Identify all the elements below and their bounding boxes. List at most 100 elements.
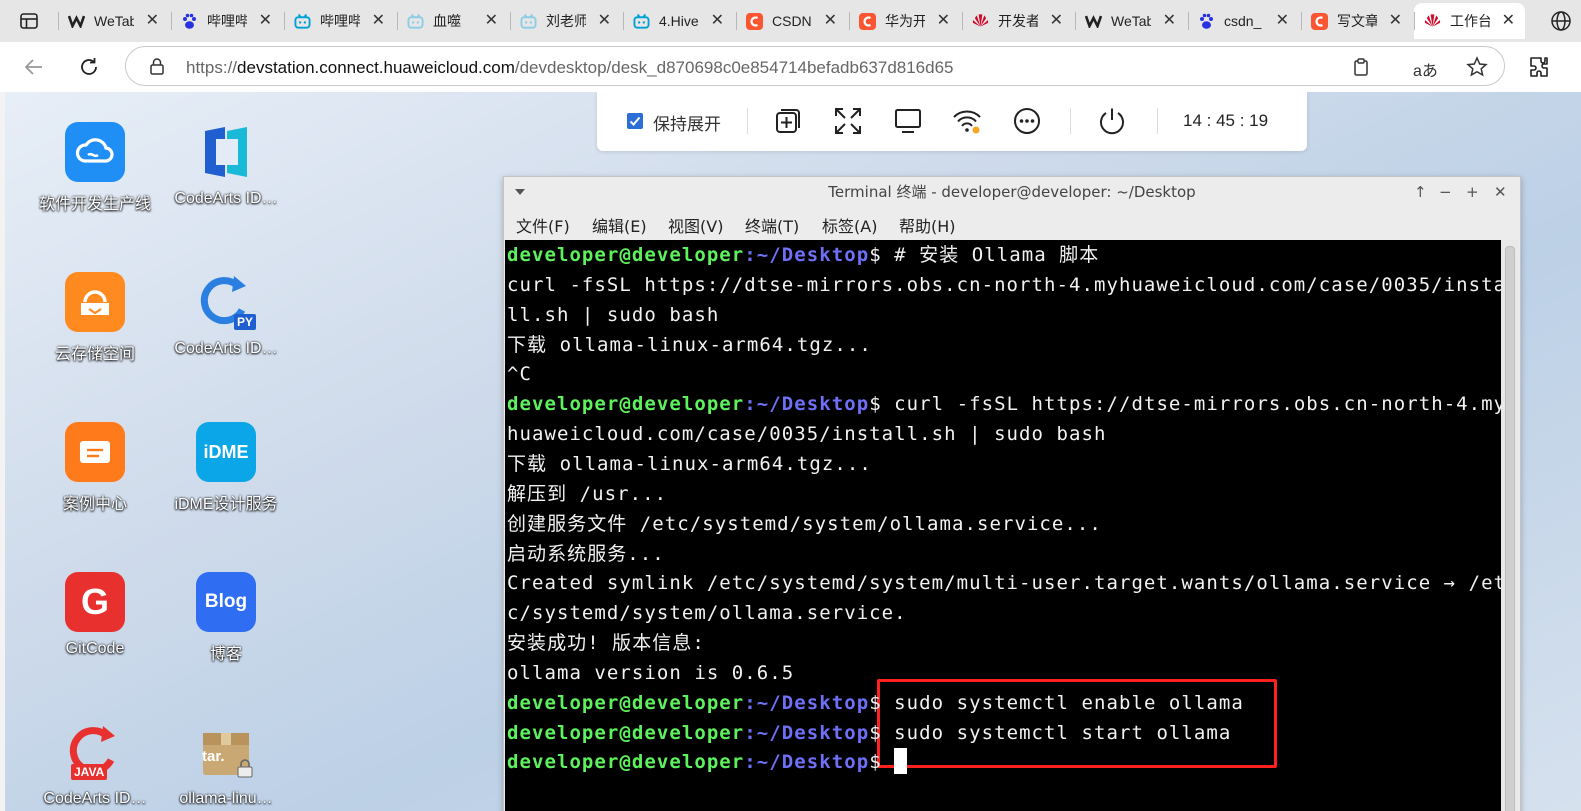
terminal-output-line: ^C: [507, 359, 532, 389]
close-icon[interactable]: ✕: [937, 12, 950, 30]
tar-badge: tar.: [202, 748, 225, 765]
prompt-sign: $: [869, 244, 882, 266]
terminal-scrollbar[interactable]: [1501, 240, 1519, 811]
desktop-icon-codearts-java[interactable]: JAVA CodeArts ID…: [35, 722, 155, 808]
refresh-button[interactable]: [77, 55, 101, 79]
browser-tab[interactable]: 4.Hive ✕: [623, 3, 734, 39]
close-icon[interactable]: ✕: [1389, 12, 1402, 30]
sidebar-tabs-icon: [20, 13, 38, 29]
star-icon[interactable]: [1466, 56, 1488, 78]
prompt-user: developer@developer: [507, 691, 745, 714]
close-icon[interactable]: ✕: [1050, 12, 1063, 30]
terminal-output-line: ll.sh | sudo bash: [507, 300, 719, 330]
display-icon[interactable]: [893, 106, 923, 136]
terminal-title-bar[interactable]: Terminal 终端 - developer@developer: ~/Des…: [504, 177, 1520, 207]
browser-tab[interactable]: 哔哩哔哩 ✕: [284, 3, 395, 39]
csdn-icon: [1311, 12, 1328, 30]
csdn-icon: [746, 12, 763, 30]
power-icon[interactable]: [1097, 106, 1127, 136]
prompt-user: developer@developer: [507, 751, 745, 774]
close-icon[interactable]: ✕: [1276, 12, 1289, 30]
prompt-path: :~/Desktop: [744, 393, 870, 416]
close-icon[interactable]: ✕: [146, 12, 159, 30]
browser-tab[interactable]: 开发者 ✕: [962, 3, 1073, 39]
browser-tab[interactable]: WeTab ✕: [1075, 3, 1186, 39]
keep-expanded-label[interactable]: 保持展开: [653, 110, 721, 135]
menu-tabs[interactable]: 标签(A): [822, 213, 877, 237]
desktop-icon-cloud-storage[interactable]: 云存储空间: [35, 272, 155, 364]
extensions-icon[interactable]: [1528, 55, 1552, 79]
menu-help[interactable]: 帮助(H): [899, 213, 956, 237]
menu-file[interactable]: 文件(F): [516, 213, 570, 237]
maximize-icon[interactable]: +: [1466, 183, 1479, 201]
globe-icon[interactable]: [1549, 9, 1573, 33]
close-icon[interactable]: ✕: [1502, 12, 1515, 30]
lock-icon[interactable]: [148, 57, 166, 75]
menu-view[interactable]: 视图(V): [668, 213, 723, 237]
browser-tab[interactable]: 工作台 ✕: [1414, 3, 1525, 39]
desktop-icon-devops[interactable]: 软件开发生产线: [35, 122, 155, 214]
close-icon[interactable]: ✕: [598, 12, 611, 30]
desktop-icon-blog[interactable]: Blog 博客: [166, 572, 286, 664]
browser-tab[interactable]: 华为开 ✕: [849, 3, 960, 39]
menu-terminal[interactable]: 终端(T): [745, 213, 799, 237]
read-aloud-icon[interactable]: aあ: [1413, 57, 1438, 81]
tab-actions-button[interactable]: [0, 0, 58, 42]
codearts-java-icon: JAVA: [65, 722, 125, 782]
tab-separator: [284, 12, 285, 30]
terminal-output[interactable]: developer@developer:~/Desktop$ # 安装 Olla…: [505, 240, 1501, 811]
close-icon[interactable]: ✕: [824, 12, 837, 30]
desktop-icon-idme[interactable]: iDME iDME设计服务: [166, 422, 286, 514]
terminal-output-line: 下载 ollama-linux-arm64.tgz...: [507, 449, 872, 479]
terminal-window[interactable]: Terminal 终端 - developer@developer: ~/Des…: [503, 176, 1521, 811]
desktop-icon-label: GitCode: [65, 640, 125, 657]
close-icon[interactable]: ✕: [1163, 12, 1176, 30]
py-badge: PY: [233, 314, 256, 330]
line-text: ollama version is 0.6.5: [507, 661, 795, 684]
tab-title: 工作台: [1450, 13, 1490, 29]
close-icon[interactable]: ✕: [711, 12, 724, 30]
url-prefix: https://: [186, 58, 238, 77]
url-host: devstation.connect.huaweicloud.com: [237, 58, 515, 77]
close-icon[interactable]: ✕: [259, 12, 272, 30]
desktop-icon-ollama-archive[interactable]: tar. ollama-linu…: [166, 722, 286, 808]
terminal-output-line: 安装成功! 版本信息:: [507, 628, 705, 658]
browser-tab[interactable]: 刘老师 ✕: [510, 3, 621, 39]
browser-tab[interactable]: 哔哩哔哩 ✕: [171, 3, 282, 39]
clipboard-icon[interactable]: [1351, 57, 1371, 77]
huawei-icon: [1424, 13, 1441, 30]
back-button[interactable]: [22, 55, 46, 79]
desktop-icon-label: CodeArts ID…: [174, 340, 278, 357]
url-text[interactable]: https://devstation.connect.huaweicloud.c…: [186, 58, 954, 78]
close-icon[interactable]: ✕: [1494, 183, 1507, 201]
keep-above-icon[interactable]: ↑: [1414, 183, 1427, 201]
scrollbar-thumb[interactable]: [1505, 246, 1515, 811]
desktop-icon-codearts-ide[interactable]: CodeArts ID…: [166, 122, 286, 208]
more-icon[interactable]: [1012, 106, 1042, 136]
address-bar[interactable]: https://devstation.connect.huaweicloud.c…: [125, 46, 1505, 86]
wifi-icon[interactable]: [952, 106, 982, 136]
browser-tab[interactable]: 血噬 ✕: [397, 3, 508, 39]
window-menu-icon[interactable]: [514, 188, 526, 196]
desktop-icon-case-center[interactable]: 案例中心: [35, 422, 155, 514]
tab-separator: [623, 12, 624, 30]
browser-tab[interactable]: WeTab ✕: [58, 3, 169, 39]
browser-tab[interactable]: CSDN ✕: [736, 3, 847, 39]
close-icon[interactable]: ✕: [372, 12, 385, 30]
browser-tab[interactable]: 写文章 ✕: [1301, 3, 1412, 39]
browser-tab[interactable]: csdn_ ✕: [1188, 3, 1299, 39]
close-icon[interactable]: ✕: [485, 12, 498, 30]
keep-expanded-checkbox[interactable]: [627, 113, 643, 129]
fullscreen-icon[interactable]: [833, 106, 863, 136]
url-path: /devdesktop/desk_d870698c0e854714befadb6…: [514, 58, 954, 77]
minimize-icon[interactable]: −: [1439, 183, 1452, 201]
toolbar-divider: [747, 108, 748, 134]
terminal-command-line: developer@developer:~/Desktop$: [507, 747, 908, 777]
line-text: huaweicloud.com/case/0035/install.sh | s…: [507, 423, 1107, 446]
desktop-icon-codearts-python[interactable]: PY CodeArts ID…: [166, 272, 286, 358]
menu-edit[interactable]: 编辑(E): [592, 213, 647, 237]
remote-desktop[interactable]: 软件开发生产线 CodeArts ID… 云存储空间 PY CodeArts I…: [5, 92, 1581, 811]
line-text: ll.sh | sudo bash: [507, 303, 720, 326]
new-window-icon[interactable]: [773, 106, 803, 136]
desktop-icon-gitcode[interactable]: G GitCode: [35, 572, 155, 658]
